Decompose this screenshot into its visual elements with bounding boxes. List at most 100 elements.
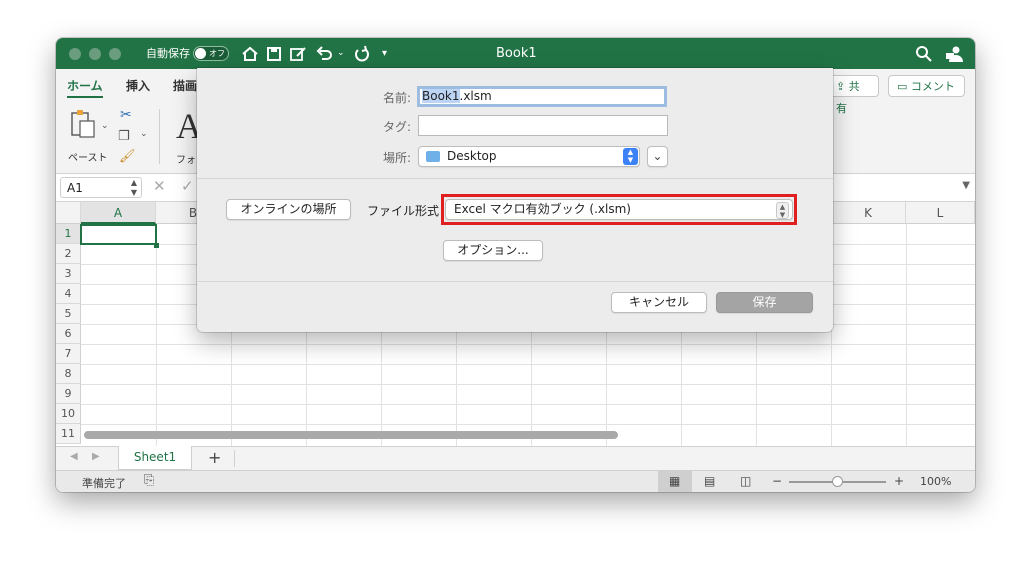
chevron-down-icon: ⌄ bbox=[652, 149, 663, 163]
account-icon[interactable] bbox=[944, 44, 964, 64]
tags-input[interactable] bbox=[418, 115, 668, 136]
grid-line bbox=[156, 224, 157, 446]
row-header[interactable]: 6 bbox=[56, 324, 81, 344]
row-header[interactable]: 11 bbox=[56, 424, 81, 444]
status-ready: 準備完了 bbox=[82, 477, 126, 490]
filename-extension: .xlsm bbox=[459, 89, 492, 103]
folder-icon bbox=[426, 151, 440, 162]
grid-line bbox=[906, 224, 907, 446]
location-stepper-icon: ▲ ▼ bbox=[623, 148, 638, 165]
zoom-slider-thumb[interactable] bbox=[832, 476, 843, 487]
zoom-in-button[interactable]: + bbox=[894, 474, 904, 488]
prev-sheet-icon[interactable]: ◀ bbox=[70, 451, 78, 462]
row-header[interactable]: 10 bbox=[56, 404, 81, 424]
cut-icon[interactable]: ✂ bbox=[120, 107, 132, 123]
paste-dropdown-icon[interactable]: ⌄ bbox=[101, 121, 109, 131]
paste-label: ペースト bbox=[68, 153, 108, 164]
share-icon: ⇪ bbox=[836, 80, 846, 93]
selected-cell-a1[interactable] bbox=[80, 224, 157, 245]
filename-selected-text: Book1 bbox=[422, 89, 460, 103]
row-header[interactable]: 1 bbox=[56, 224, 81, 244]
search-icon[interactable] bbox=[914, 44, 934, 64]
undo-icon[interactable] bbox=[314, 44, 334, 64]
column-header-a[interactable]: A bbox=[81, 202, 156, 224]
home-icon[interactable] bbox=[240, 44, 260, 64]
location-label: 場所: bbox=[382, 151, 411, 165]
save-icon[interactable] bbox=[264, 44, 284, 64]
fill-handle[interactable] bbox=[154, 243, 159, 248]
column-header-l[interactable]: L bbox=[906, 202, 975, 224]
dialog-divider bbox=[197, 178, 833, 179]
sheet-tab-bar: ◀ ▶ Sheet1 + bbox=[56, 446, 975, 471]
comment-icon: ▭ bbox=[897, 80, 908, 93]
sheet-bar-divider bbox=[234, 450, 235, 467]
customize-toolbar-icon[interactable]: ▾ bbox=[382, 38, 387, 69]
grid-line bbox=[81, 384, 975, 385]
row-header[interactable]: 3 bbox=[56, 264, 81, 284]
options-button[interactable]: オプション... bbox=[443, 240, 543, 261]
name-box-value: A1 bbox=[67, 181, 83, 195]
row-header[interactable]: 4 bbox=[56, 284, 81, 304]
expand-formula-icon[interactable]: ▼ bbox=[962, 180, 970, 191]
normal-view-button[interactable]: ▦ bbox=[658, 471, 692, 492]
location-value: Desktop bbox=[447, 149, 497, 163]
page-layout-icon[interactable]: ▤ bbox=[704, 474, 715, 488]
comment-button[interactable]: ▭ コメント bbox=[888, 75, 965, 97]
ribbon-divider bbox=[159, 109, 160, 164]
row-header[interactable]: 5 bbox=[56, 304, 81, 324]
window-title: Book1 bbox=[496, 46, 537, 61]
location-popup[interactable]: Desktop ▲ ▼ bbox=[418, 146, 640, 167]
tab-insert[interactable]: 挿入 bbox=[126, 77, 150, 94]
expand-dialog-button[interactable]: ⌄ bbox=[647, 146, 668, 167]
row-header[interactable]: 2 bbox=[56, 244, 81, 264]
redo-icon[interactable] bbox=[352, 44, 372, 64]
dialog-divider bbox=[197, 281, 833, 282]
sheet-tab-sheet1[interactable]: Sheet1 bbox=[118, 446, 192, 470]
horizontal-scrollbar[interactable] bbox=[84, 431, 618, 439]
copy-dropdown-icon[interactable]: ⌄ bbox=[140, 129, 148, 139]
paste-icon[interactable] bbox=[68, 107, 98, 141]
zoom-out-button[interactable]: − bbox=[772, 474, 782, 488]
select-all-corner[interactable] bbox=[56, 202, 81, 224]
grid-view-icon: ▦ bbox=[669, 474, 681, 488]
name-box-stepper-icon[interactable]: ▲ ▼ bbox=[131, 178, 137, 198]
comment-label: コメント bbox=[910, 80, 955, 93]
share-button[interactable]: ⇪ 共有 bbox=[827, 75, 879, 115]
cancel-button[interactable]: キャンセル bbox=[611, 292, 707, 313]
undo-dropdown-icon[interactable]: ⌄ bbox=[337, 38, 345, 69]
online-locations-button[interactable]: オンラインの場所 bbox=[226, 199, 351, 220]
confirm-entry-icon[interactable]: ✓ bbox=[181, 177, 194, 195]
name-label: 名前: bbox=[382, 91, 411, 105]
minimize-window-button[interactable] bbox=[89, 48, 101, 60]
add-sheet-button[interactable]: + bbox=[208, 448, 221, 467]
format-painter-icon[interactable]: 🖌 bbox=[119, 149, 136, 164]
autosave-state: オフ bbox=[209, 49, 225, 58]
save-button[interactable]: 保存 bbox=[716, 292, 813, 313]
row-header[interactable]: 7 bbox=[56, 344, 81, 364]
filename-input[interactable]: Book1.xlsm bbox=[417, 86, 667, 107]
name-box[interactable]: A1 ▲ ▼ bbox=[60, 177, 142, 198]
grid-line bbox=[81, 344, 975, 345]
tab-draw[interactable]: 描画 bbox=[173, 77, 197, 94]
file-format-label: ファイル形式 bbox=[366, 204, 439, 218]
edit-icon[interactable] bbox=[288, 44, 308, 64]
row-header[interactable]: 8 bbox=[56, 364, 81, 384]
status-bar: 準備完了 ⎘ ▦ ▤ ◫ − + 100% bbox=[56, 470, 975, 492]
close-window-button[interactable] bbox=[69, 48, 81, 60]
cancel-entry-icon[interactable]: ✕ bbox=[153, 177, 166, 195]
autosave-toggle[interactable]: オフ bbox=[193, 46, 229, 61]
zoom-level[interactable]: 100% bbox=[920, 475, 951, 488]
tab-home[interactable]: ホーム bbox=[67, 77, 103, 98]
row-header[interactable]: 9 bbox=[56, 384, 81, 404]
title-bar: 自動保存 オフ ⌄ ▾ Book1 bbox=[56, 38, 975, 69]
page-break-icon[interactable]: ◫ bbox=[740, 474, 751, 488]
grid-line bbox=[81, 404, 975, 405]
next-sheet-icon[interactable]: ▶ bbox=[92, 451, 100, 462]
highlight-box bbox=[441, 194, 797, 225]
tags-label: タグ: bbox=[382, 120, 411, 134]
zoom-window-button[interactable] bbox=[109, 48, 121, 60]
column-header-k[interactable]: K bbox=[831, 202, 906, 224]
autosave-label: 自動保存 bbox=[146, 47, 190, 60]
copy-icon[interactable]: ❐ bbox=[118, 129, 130, 144]
macro-record-icon[interactable]: ⎘ bbox=[144, 473, 154, 488]
